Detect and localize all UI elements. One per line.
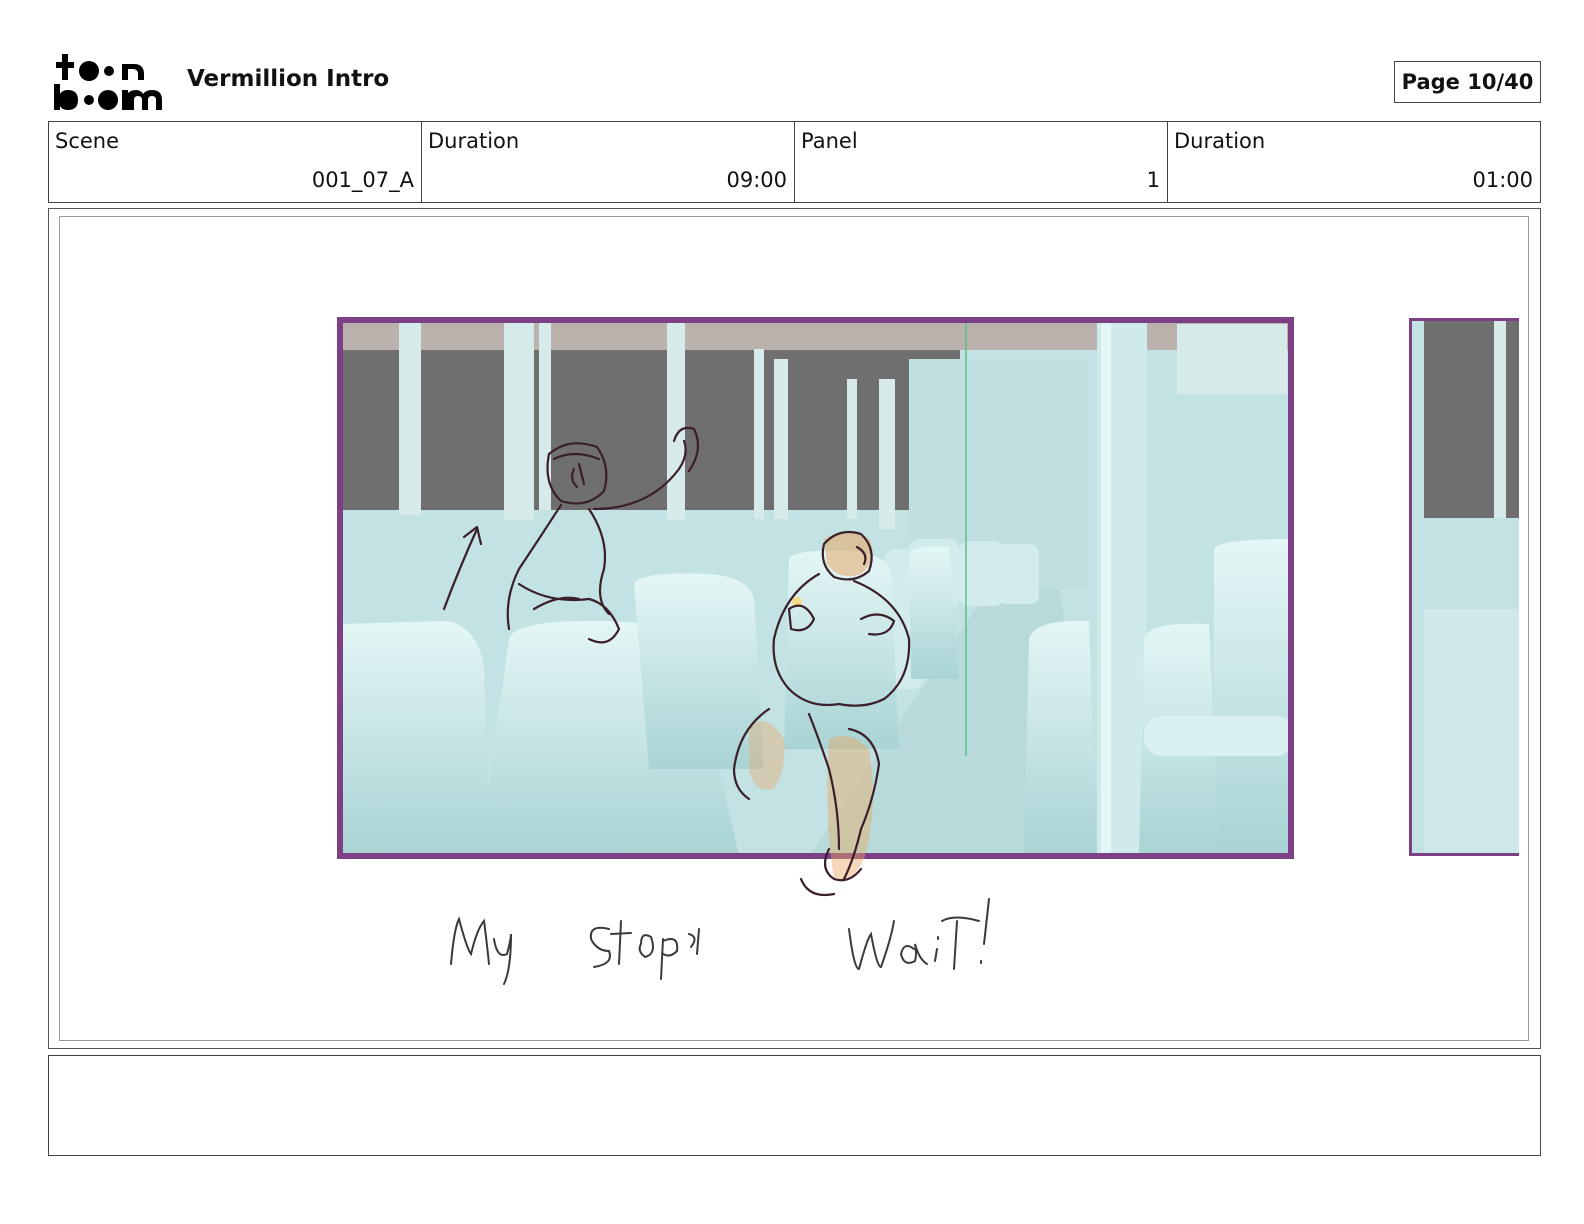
panel-label: Panel <box>801 129 858 153</box>
scene-cell: Scene 001_07_A <box>49 122 422 202</box>
scene-duration-label: Duration <box>428 129 520 153</box>
handwritten-caption <box>450 898 990 985</box>
panel-artwork <box>337 317 1519 985</box>
scene-label: Scene <box>55 129 120 153</box>
bus-interior-render <box>340 320 1291 856</box>
panel-duration-cell: Duration 01:00 <box>1168 122 1540 202</box>
panel-duration-label: Duration <box>1174 129 1266 153</box>
scene-value: 001_07_A <box>311 168 414 192</box>
panel-duration-value: 01:00 <box>1472 168 1533 192</box>
document-title: Vermillion Intro <box>187 66 390 92</box>
panel-notes-box[interactable] <box>48 1055 1541 1156</box>
storyboard-panel <box>48 208 1541 1049</box>
next-camera-preview <box>1409 318 1519 856</box>
scene-duration-cell: Duration 09:00 <box>422 122 795 202</box>
toon-boom-logo <box>54 54 162 110</box>
panel-value: 1 <box>1146 168 1160 192</box>
info-table: Scene 001_07_A Duration 09:00 Panel 1 Du… <box>48 121 1541 203</box>
scene-duration-value: 09:00 <box>726 168 787 192</box>
page-indicator: Page 10/40 <box>1394 61 1541 103</box>
panel-cell: Panel 1 <box>795 122 1168 202</box>
